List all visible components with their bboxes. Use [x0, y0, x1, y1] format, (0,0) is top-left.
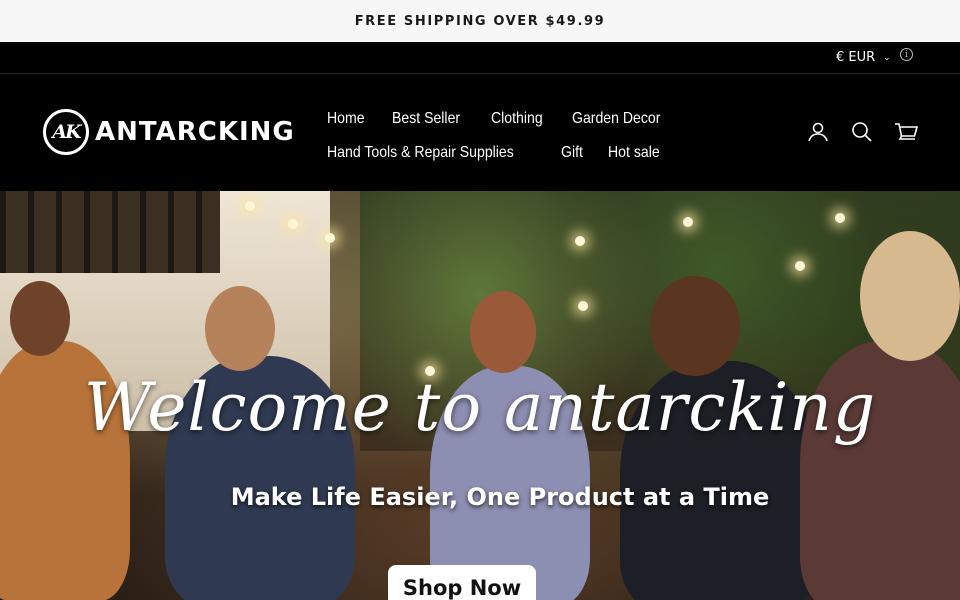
site-logo[interactable]: AK ANTARCKING	[43, 109, 295, 155]
nav-item-hot-sale[interactable]: Hot sale	[608, 144, 660, 162]
currency-selector[interactable]: € EUR ⌄	[836, 50, 891, 65]
logo-mark: AK	[43, 109, 89, 155]
currency-label: € EUR	[836, 50, 876, 65]
announcement-bar: FREE SHIPPING OVER $49.99	[0, 0, 960, 42]
light-bulb	[575, 236, 585, 246]
utility-bar: € EUR ⌄ i	[0, 42, 960, 74]
nav-item-gift[interactable]: Gift	[561, 144, 583, 162]
light-bulb	[683, 217, 693, 227]
main-nav: Home Best Seller Clothing Garden Decor H…	[327, 102, 707, 170]
light-bulb	[835, 213, 845, 223]
nav-row-2: Hand Tools & Repair Supplies Gift Hot sa…	[327, 136, 707, 170]
cart-icon[interactable]	[894, 120, 919, 144]
light-bulb	[795, 261, 805, 271]
person-head	[860, 231, 960, 361]
hero-title: Welcome to antarcking	[83, 369, 877, 446]
nav-item-home[interactable]: Home	[327, 110, 365, 128]
nav-item-best-seller[interactable]: Best Seller	[392, 110, 460, 128]
site-header: AK ANTARCKING Home Best Seller Clothing …	[0, 74, 960, 191]
chevron-down-icon: ⌄	[883, 53, 891, 63]
light-bulb	[245, 201, 255, 211]
hero-banner: Welcome to antarcking Make Life Easier, …	[0, 191, 960, 600]
header-icons	[806, 120, 919, 144]
light-bulb	[578, 301, 588, 311]
shop-now-button[interactable]: Shop Now	[388, 565, 536, 600]
person-head	[10, 281, 70, 356]
announcement-text: FREE SHIPPING OVER $49.99	[354, 13, 606, 29]
logo-text: ANTARCKING	[95, 117, 295, 147]
search-icon[interactable]	[850, 120, 874, 144]
light-bulb	[325, 233, 335, 243]
person-head	[205, 286, 275, 371]
hero-subtitle: Make Life Easier, One Product at a Time	[230, 483, 770, 511]
hero-background-window	[0, 191, 220, 273]
light-bulb	[288, 219, 298, 229]
nav-item-garden-decor[interactable]: Garden Decor	[572, 110, 660, 128]
person-head	[470, 291, 536, 373]
info-icon[interactable]: i	[900, 48, 913, 61]
nav-item-hand-tools[interactable]: Hand Tools & Repair Supplies	[327, 144, 514, 162]
nav-row-1: Home Best Seller Clothing Garden Decor	[327, 102, 707, 136]
user-icon[interactable]	[806, 120, 830, 144]
person-head	[650, 276, 740, 376]
nav-item-clothing[interactable]: Clothing	[491, 110, 543, 128]
